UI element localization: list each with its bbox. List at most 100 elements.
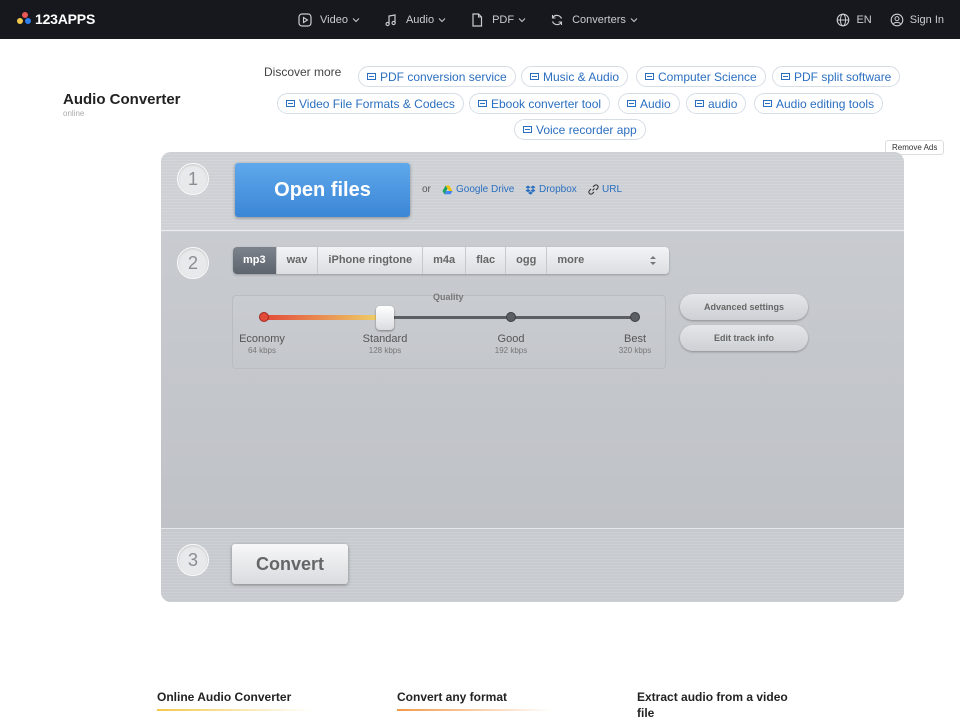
quality-kbps: 320 kbps [618, 346, 652, 355]
open-files-button[interactable]: Open files [235, 163, 410, 217]
url-label: URL [602, 184, 623, 195]
newspaper-icon [367, 73, 376, 80]
google-drive-label: Google Drive [456, 184, 515, 195]
chip-label: Audio editing tools [776, 96, 875, 111]
nav-video[interactable]: Video [298, 12, 360, 27]
format-tab-flac[interactable]: flac [466, 247, 507, 274]
nav-converters-label: Converters [572, 13, 626, 26]
globe-icon [837, 13, 850, 26]
quality-title: Quality [433, 292, 464, 302]
discover-chip[interactable]: PDF split software [772, 66, 901, 87]
right-nav: EN Sign In [818, 0, 944, 39]
document-icon [472, 12, 483, 27]
chevron-down-icon [438, 17, 446, 22]
chip-label: Audio [640, 96, 671, 111]
quality-slider-box: Quality Economy 64 kbps Standard 128 kbp… [232, 292, 666, 369]
quality-stop-best[interactable] [630, 312, 640, 322]
logo[interactable]: 123APPS [17, 11, 95, 27]
top-bar: 123APPS Video Audio PDF Converters EN Si… [0, 0, 960, 39]
convert-button[interactable]: Convert [232, 544, 348, 584]
discover-chip[interactable]: audio [686, 93, 747, 114]
music-note-icon [385, 13, 396, 26]
play-icon [298, 12, 312, 27]
logo-icon [17, 12, 31, 26]
step-number: 2 [177, 247, 209, 279]
logo-text: 123APPS [35, 11, 96, 27]
newspaper-icon [763, 100, 772, 107]
up-down-arrows-icon [650, 256, 656, 265]
feature-title: Online Audio Converter [157, 690, 292, 704]
discover-chip[interactable]: PDF conversion service [358, 66, 516, 87]
nav-converters[interactable]: Converters [550, 13, 638, 27]
format-more-dropdown[interactable]: more [547, 247, 669, 274]
nav-video-label: Video [320, 13, 348, 26]
chip-label: PDF conversion service [380, 69, 507, 84]
nav-audio[interactable]: Audio [384, 13, 446, 27]
dropbox-label: Dropbox [539, 184, 577, 195]
sign-in-label: Sign In [909, 13, 944, 26]
main-nav: Video Audio PDF Converters [298, 0, 662, 39]
refresh-icon [552, 14, 563, 25]
url-link[interactable]: URL [588, 184, 622, 195]
sign-in-link[interactable]: Sign In [890, 13, 944, 27]
chevron-down-icon [352, 17, 360, 22]
discover-chip[interactable]: Music & Audio [521, 66, 629, 87]
discover-label: Discover more [264, 65, 342, 79]
step-number: 3 [177, 544, 209, 576]
quality-kbps: 192 kbps [494, 346, 528, 355]
format-tab-m4a[interactable]: m4a [423, 247, 467, 274]
discover-chip[interactable]: Computer Science [636, 66, 766, 87]
feature-title: Extract audio from a video file [637, 690, 788, 720]
step-number: 1 [177, 163, 209, 195]
nav-pdf-label: PDF [492, 13, 515, 26]
quality-slider-handle[interactable] [376, 306, 394, 330]
nav-pdf[interactable]: PDF [470, 12, 526, 27]
chip-label: Video File Formats & Codecs [299, 96, 455, 111]
quality-label: Economy [239, 333, 285, 345]
chip-label: Ebook converter tool [491, 96, 602, 111]
quality-stop-economy[interactable] [259, 312, 269, 322]
discover-chip[interactable]: Video File Formats & Codecs [277, 93, 464, 114]
language-label: EN [856, 13, 872, 26]
quality-label: Standard [362, 333, 408, 345]
format-tab-ogg[interactable]: ogg [506, 247, 548, 274]
quality-stop-good[interactable] [506, 312, 516, 322]
chip-label: audio [708, 96, 738, 111]
quality-track-fill [264, 315, 386, 320]
dropbox-link[interactable]: Dropbox [525, 184, 577, 195]
chip-label: Computer Science [658, 69, 757, 84]
discover-chip[interactable]: Audio [618, 93, 680, 114]
advanced-settings-button[interactable]: Advanced settings [680, 294, 808, 320]
converter-panel: 1 Open files or Google Drive Dropbox URL… [161, 152, 904, 602]
format-tab-mp3[interactable]: mp3 [233, 247, 277, 274]
step-format-section: 2 mp3 wav iPhone ringtone m4a flac ogg m… [161, 232, 904, 529]
format-tab-iphone-ringtone[interactable]: iPhone ringtone [318, 247, 424, 274]
quality-label: Good [497, 333, 525, 345]
discover-chip[interactable]: Voice recorder app [514, 119, 646, 140]
nav-audio-label: Audio [405, 13, 435, 26]
newspaper-icon [523, 126, 532, 133]
newspaper-icon [645, 73, 654, 80]
feature-underline [157, 709, 312, 711]
newspaper-icon [530, 73, 539, 80]
quality-kbps: 128 kbps [368, 346, 402, 355]
newspaper-icon [478, 100, 487, 107]
discover-chip[interactable]: Ebook converter tool [469, 93, 611, 114]
format-more-label: more [557, 254, 585, 266]
language-selector[interactable]: EN [836, 13, 872, 27]
format-tabs: mp3 wav iPhone ringtone m4a flac ogg mor… [233, 247, 669, 274]
google-drive-link[interactable]: Google Drive [442, 184, 514, 195]
discover-chip[interactable]: Audio editing tools [754, 93, 884, 114]
chevron-down-icon [630, 17, 638, 22]
newspaper-icon [627, 100, 636, 107]
or-label: or [422, 184, 431, 195]
format-tab-wav[interactable]: wav [277, 247, 319, 274]
chip-label: PDF split software [794, 69, 892, 84]
google-drive-icon [442, 185, 453, 194]
newspaper-icon [781, 73, 790, 80]
dropbox-icon [525, 185, 536, 195]
step-convert-section: 3 Convert [161, 530, 904, 602]
link-icon [588, 184, 599, 195]
edit-track-info-button[interactable]: Edit track info [680, 325, 808, 351]
quality-kbps: 64 kbps [247, 346, 277, 355]
